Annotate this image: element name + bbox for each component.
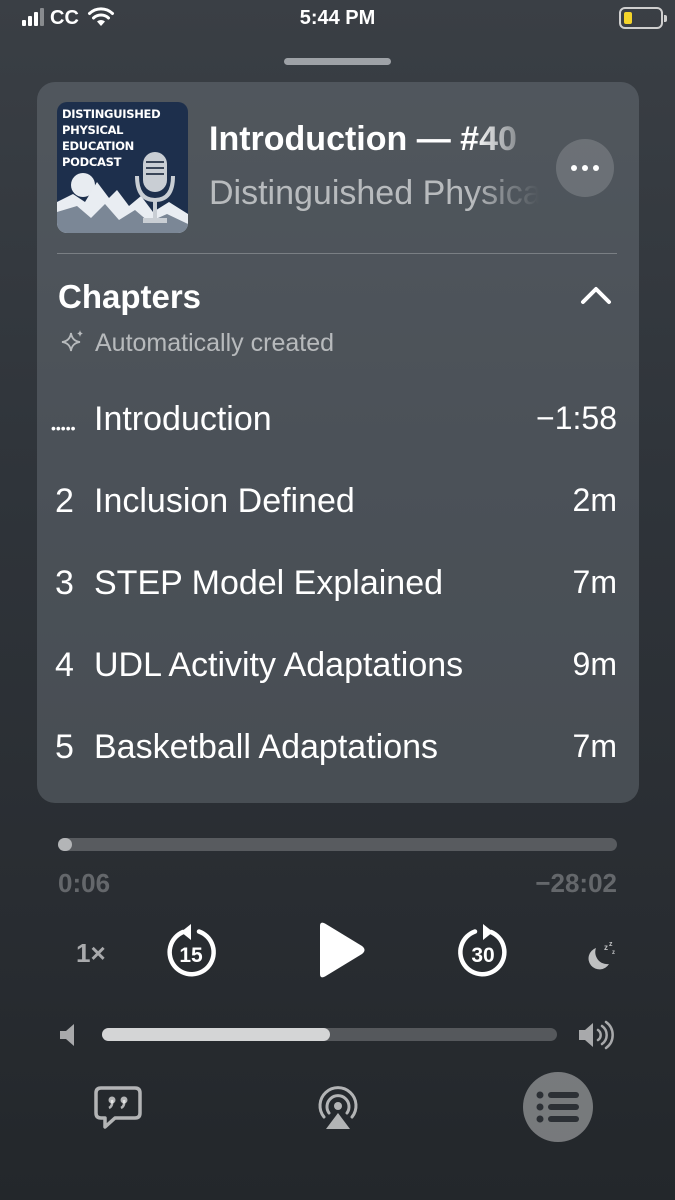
- svg-text:z: z: [612, 950, 615, 956]
- sparkles-icon: [61, 330, 83, 352]
- ellipsis-icon: [571, 165, 577, 171]
- chapter-row[interactable]: 4 UDL Activity Adaptations 9m: [37, 624, 639, 706]
- svg-text:z: z: [604, 943, 608, 952]
- chapter-label: Introduction: [94, 400, 272, 438]
- sheet-grabber[interactable]: [284, 58, 391, 65]
- chapter-list: ••••• Introduction −1:58 2 Inclusion Def…: [37, 378, 639, 788]
- svg-text:z: z: [609, 941, 613, 948]
- playback-scrubber[interactable]: [58, 838, 617, 851]
- status-time: 5:44 PM: [299, 7, 376, 29]
- chapter-row[interactable]: 2 Inclusion Defined 2m: [37, 460, 639, 542]
- now-playing-card: DISTINGUISHED PHYSICAL EDUCATION PODCAST…: [37, 82, 639, 803]
- artwork-title: DISTINGUISHED PHYSICAL EDUCATION PODCAST: [62, 107, 161, 169]
- airplay-icon[interactable]: [316, 1085, 360, 1131]
- podcast-artwork[interactable]: DISTINGUISHED PHYSICAL EDUCATION PODCAST: [57, 102, 188, 233]
- episode-title[interactable]: Introduction — #40: [209, 120, 539, 164]
- chapter-number: 4: [55, 646, 74, 684]
- chapter-row[interactable]: 5 Basketball Adaptations 7m: [37, 706, 639, 788]
- list-icon: [536, 1091, 579, 1123]
- auto-created-label: Automatically created: [95, 329, 335, 357]
- chapter-time: 7m: [572, 728, 617, 764]
- skip-forward-label: 30: [471, 944, 494, 967]
- more-options-button[interactable]: [556, 139, 614, 197]
- transcript-icon[interactable]: [93, 1085, 143, 1131]
- remaining-time: −28:02: [535, 868, 617, 898]
- elapsed-time: 0:06: [58, 868, 111, 898]
- chevron-up-icon[interactable]: [577, 280, 615, 310]
- playback-progress-fill: [58, 838, 72, 851]
- status-bar: CC 5:44 PM: [0, 0, 675, 40]
- chapter-time: 7m: [572, 564, 617, 600]
- volume-low-icon: [60, 1024, 74, 1046]
- playback-speed-button[interactable]: 1×: [76, 938, 106, 969]
- chapter-label: Basketball Adaptations: [94, 728, 439, 766]
- battery-level: [624, 12, 632, 24]
- battery-icon: [619, 7, 667, 29]
- chapter-label: Inclusion Defined: [94, 482, 355, 520]
- skip-forward-30-button[interactable]: 30: [453, 922, 513, 982]
- chapters-heading: Chapters: [58, 278, 202, 315]
- chapter-row[interactable]: 3 STEP Model Explained 7m: [37, 542, 639, 624]
- chapter-time: 2m: [572, 482, 617, 518]
- volume-slider[interactable]: [102, 1028, 557, 1041]
- chapter-time: 9m: [572, 646, 617, 682]
- chapter-time: −1:58: [536, 400, 617, 436]
- skip-back-15-button[interactable]: 15: [161, 922, 221, 982]
- chapter-row-current[interactable]: ••••• Introduction −1:58: [37, 378, 639, 460]
- skip-back-label: 15: [179, 944, 203, 967]
- chapter-number: 2: [55, 482, 74, 520]
- chapter-label: UDL Activity Adaptations: [94, 646, 464, 684]
- chapter-label: STEP Model Explained: [94, 564, 444, 602]
- chapter-number: 3: [55, 564, 74, 602]
- queue-button[interactable]: [523, 1072, 593, 1142]
- chapter-number: 5: [55, 728, 74, 766]
- volume-level-fill: [102, 1028, 330, 1041]
- divider: [57, 253, 617, 254]
- sleep-timer-icon[interactable]: z z z: [583, 938, 617, 972]
- show-name[interactable]: Distinguished Physical Education Podcast: [209, 174, 539, 218]
- now-playing-indicator-icon: •••••: [51, 420, 76, 436]
- play-icon[interactable]: [312, 920, 368, 980]
- volume-high-icon: [579, 1020, 614, 1050]
